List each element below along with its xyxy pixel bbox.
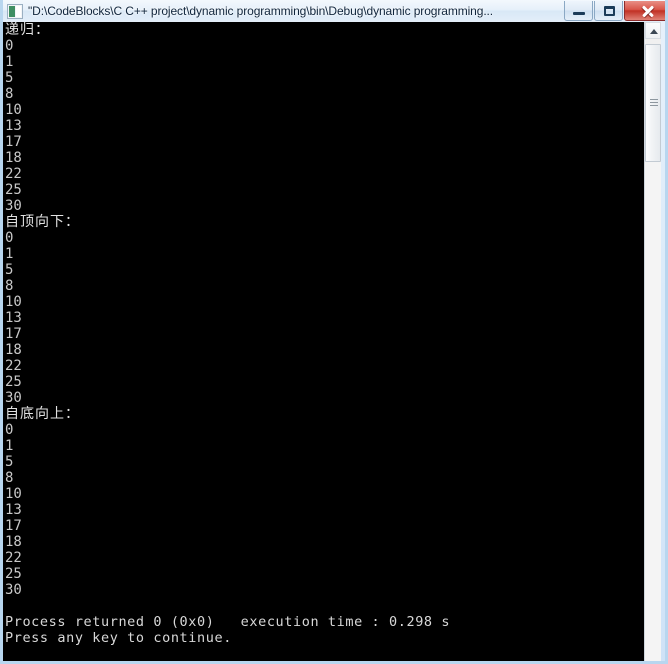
console-window: "D:\CodeBlocks\C C++ project\dynamic pro… <box>0 0 668 664</box>
output-value: 30 <box>5 390 22 406</box>
output-value: 1 <box>5 54 14 70</box>
output-value: 18 <box>5 534 22 550</box>
process-returned-line: Process returned 0 (0x0) execution time … <box>5 614 451 630</box>
output-value: 25 <box>5 566 22 582</box>
output-value: 17 <box>5 518 22 534</box>
console-app-icon <box>7 3 23 19</box>
output-value: 8 <box>5 470 14 486</box>
output-value: 5 <box>5 70 14 86</box>
output-value: 18 <box>5 342 22 358</box>
minimize-button[interactable] <box>564 1 593 21</box>
section-heading: 自底向上： <box>5 406 80 422</box>
output-value: 10 <box>5 486 22 502</box>
output-value: 25 <box>5 374 22 390</box>
output-value: 13 <box>5 118 22 134</box>
scrollbar-grip-icon <box>650 99 658 107</box>
press-any-key-line: Press any key to continue. <box>5 630 232 646</box>
output-value: 10 <box>5 102 22 118</box>
output-value: 1 <box>5 438 14 454</box>
console-text-block: 递归： 0 1 5 8 10 13 17 18 22 25 30 自顶向下： 0… <box>5 22 646 646</box>
output-value: 25 <box>5 182 22 198</box>
title-bar[interactable]: "D:\CodeBlocks\C C++ project\dynamic pro… <box>3 0 665 22</box>
output-value: 8 <box>5 86 14 102</box>
output-value: 1 <box>5 246 14 262</box>
output-value: 22 <box>5 166 22 182</box>
output-value: 17 <box>5 326 22 342</box>
section-heading: 递归： <box>5 22 50 38</box>
console-output-area[interactable]: 递归： 0 1 5 8 10 13 17 18 22 25 30 自顶向下： 0… <box>3 22 646 661</box>
output-value: 17 <box>5 134 22 150</box>
output-value: 5 <box>5 262 14 278</box>
restore-button[interactable] <box>594 1 623 21</box>
output-value: 0 <box>5 422 14 438</box>
output-value: 22 <box>5 550 22 566</box>
output-value: 5 <box>5 454 14 470</box>
section-heading: 自顶向下： <box>5 214 80 230</box>
output-value: 13 <box>5 502 22 518</box>
output-value: 30 <box>5 198 22 214</box>
output-value: 0 <box>5 230 14 246</box>
output-value: 22 <box>5 358 22 374</box>
scroll-up-arrow-icon[interactable] <box>645 22 661 39</box>
output-value: 0 <box>5 38 14 54</box>
output-value: 30 <box>5 582 22 598</box>
output-value: 18 <box>5 150 22 166</box>
window-controls <box>563 1 665 22</box>
output-value: 10 <box>5 294 22 310</box>
close-button[interactable] <box>624 1 665 21</box>
output-value: 8 <box>5 278 14 294</box>
vertical-scrollbar[interactable] <box>644 22 661 661</box>
output-value: 13 <box>5 310 22 326</box>
scrollbar-track[interactable] <box>645 162 661 661</box>
scrollbar-thumb[interactable] <box>645 44 661 162</box>
